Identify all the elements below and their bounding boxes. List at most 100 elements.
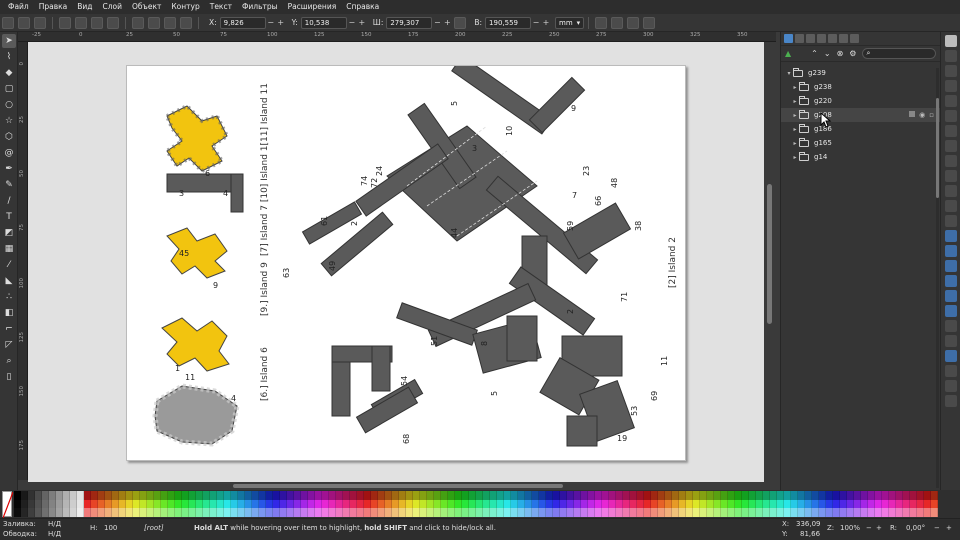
color-swatch[interactable] (70, 508, 77, 517)
color-swatch[interactable] (462, 499, 469, 509)
color-swatch[interactable] (819, 491, 826, 500)
color-swatch[interactable] (749, 491, 756, 500)
color-swatch[interactable] (308, 491, 315, 500)
color-swatch[interactable] (203, 499, 210, 509)
color-swatch[interactable] (504, 491, 511, 500)
color-swatch[interactable] (399, 508, 406, 517)
color-swatch[interactable] (854, 491, 861, 500)
color-swatch[interactable] (126, 499, 133, 509)
tab-fill-stroke-icon[interactable] (795, 34, 804, 43)
menu-layer[interactable]: Слой (98, 0, 128, 14)
color-swatch[interactable] (119, 499, 126, 509)
color-swatch[interactable] (329, 499, 336, 509)
color-swatch[interactable] (98, 491, 105, 500)
h-field[interactable]: 190,559 (485, 16, 532, 29)
lock-icon[interactable]: ▫ (929, 111, 934, 119)
pen-tool-icon[interactable]: ✒ (2, 162, 16, 176)
color-swatch[interactable] (497, 508, 504, 517)
color-swatch[interactable] (427, 508, 434, 517)
flip-horizontal-icon[interactable] (91, 16, 103, 29)
color-swatch[interactable] (420, 491, 427, 500)
vertical-scrollbar[interactable] (764, 42, 776, 482)
color-swatch[interactable] (357, 499, 364, 509)
stroke-value[interactable]: Н/Д (48, 530, 61, 538)
w-field[interactable]: 279,307 (386, 16, 433, 29)
color-swatch[interactable] (392, 508, 399, 517)
color-swatch[interactable] (21, 499, 28, 509)
color-swatch[interactable] (357, 508, 364, 517)
color-swatch[interactable] (581, 499, 588, 509)
color-swatch[interactable] (588, 499, 595, 509)
color-swatch[interactable] (301, 491, 308, 500)
color-swatch[interactable] (308, 508, 315, 517)
color-swatch[interactable] (889, 508, 896, 517)
color-swatch[interactable] (686, 491, 693, 500)
menu-object[interactable]: Объект (127, 0, 166, 14)
color-swatch[interactable] (791, 499, 798, 509)
color-swatch[interactable] (245, 491, 252, 500)
horizontal-scrollbar[interactable] (28, 482, 776, 490)
color-swatch[interactable] (630, 508, 637, 517)
color-swatch[interactable] (826, 491, 833, 500)
canvas[interactable]: [6.] Island 6 [9.] Island 9 [7] Island 7… (28, 42, 764, 482)
color-swatch[interactable] (182, 508, 189, 517)
color-swatch[interactable] (133, 508, 140, 517)
color-swatch[interactable] (504, 499, 511, 509)
color-swatch[interactable] (476, 499, 483, 509)
chevron-right-icon[interactable]: ▸ (791, 84, 799, 91)
color-swatch[interactable] (483, 491, 490, 500)
color-swatch[interactable] (420, 499, 427, 509)
tweak-tool-icon[interactable]: ◆ (2, 66, 16, 80)
color-swatch[interactable] (483, 499, 490, 509)
color-swatch[interactable] (273, 491, 280, 500)
color-swatch[interactable] (350, 508, 357, 517)
color-swatch[interactable] (336, 499, 343, 509)
color-swatch[interactable] (420, 508, 427, 517)
tab-export-icon[interactable] (850, 34, 859, 43)
menu-path[interactable]: Контур (166, 0, 204, 14)
eraser-tool-icon[interactable]: ◧ (2, 306, 16, 320)
color-swatch[interactable] (434, 499, 441, 509)
color-swatch[interactable] (504, 508, 511, 517)
color-swatch[interactable] (259, 508, 266, 517)
color-swatch[interactable] (602, 491, 609, 500)
menu-extensions[interactable]: Расширения (283, 0, 342, 14)
redo-icon[interactable] (945, 140, 957, 152)
color-swatch[interactable] (903, 499, 910, 509)
color-swatch[interactable] (588, 491, 595, 500)
paint-bucket-tool-icon[interactable]: ◣ (2, 274, 16, 288)
rotate-ccw-icon[interactable] (59, 16, 71, 29)
color-swatch[interactable] (322, 508, 329, 517)
group-icon[interactable] (945, 275, 957, 287)
color-swatch[interactable] (427, 499, 434, 509)
color-swatch[interactable] (224, 491, 231, 500)
color-swatch[interactable] (343, 499, 350, 509)
color-swatch[interactable] (392, 491, 399, 500)
color-swatch[interactable] (294, 508, 301, 517)
color-swatch[interactable] (532, 499, 539, 509)
opacity-value[interactable]: 100 (104, 524, 117, 532)
color-swatch[interactable] (259, 499, 266, 509)
color-swatch[interactable] (714, 491, 721, 500)
color-swatch[interactable] (777, 491, 784, 500)
color-swatch[interactable] (910, 499, 917, 509)
zoom-increment-icon[interactable]: + (876, 524, 882, 532)
color-swatch[interactable] (42, 491, 49, 500)
color-swatch[interactable] (637, 508, 644, 517)
text-font-icon[interactable] (945, 320, 957, 332)
text-tool-icon[interactable]: T (2, 210, 16, 224)
tab-align-icon[interactable] (817, 34, 826, 43)
panel-scrollbar[interactable] (936, 68, 939, 488)
color-swatch[interactable] (273, 508, 280, 517)
color-swatch[interactable] (707, 508, 714, 517)
color-swatch[interactable] (357, 491, 364, 500)
align-icon[interactable] (945, 365, 957, 377)
color-swatch[interactable] (329, 491, 336, 500)
color-swatch[interactable] (406, 508, 413, 517)
color-swatch[interactable] (770, 508, 777, 517)
color-swatch[interactable] (378, 499, 385, 509)
color-swatch[interactable] (231, 491, 238, 500)
color-swatch[interactable] (651, 499, 658, 509)
color-swatch[interactable] (448, 499, 455, 509)
color-swatch[interactable] (385, 499, 392, 509)
